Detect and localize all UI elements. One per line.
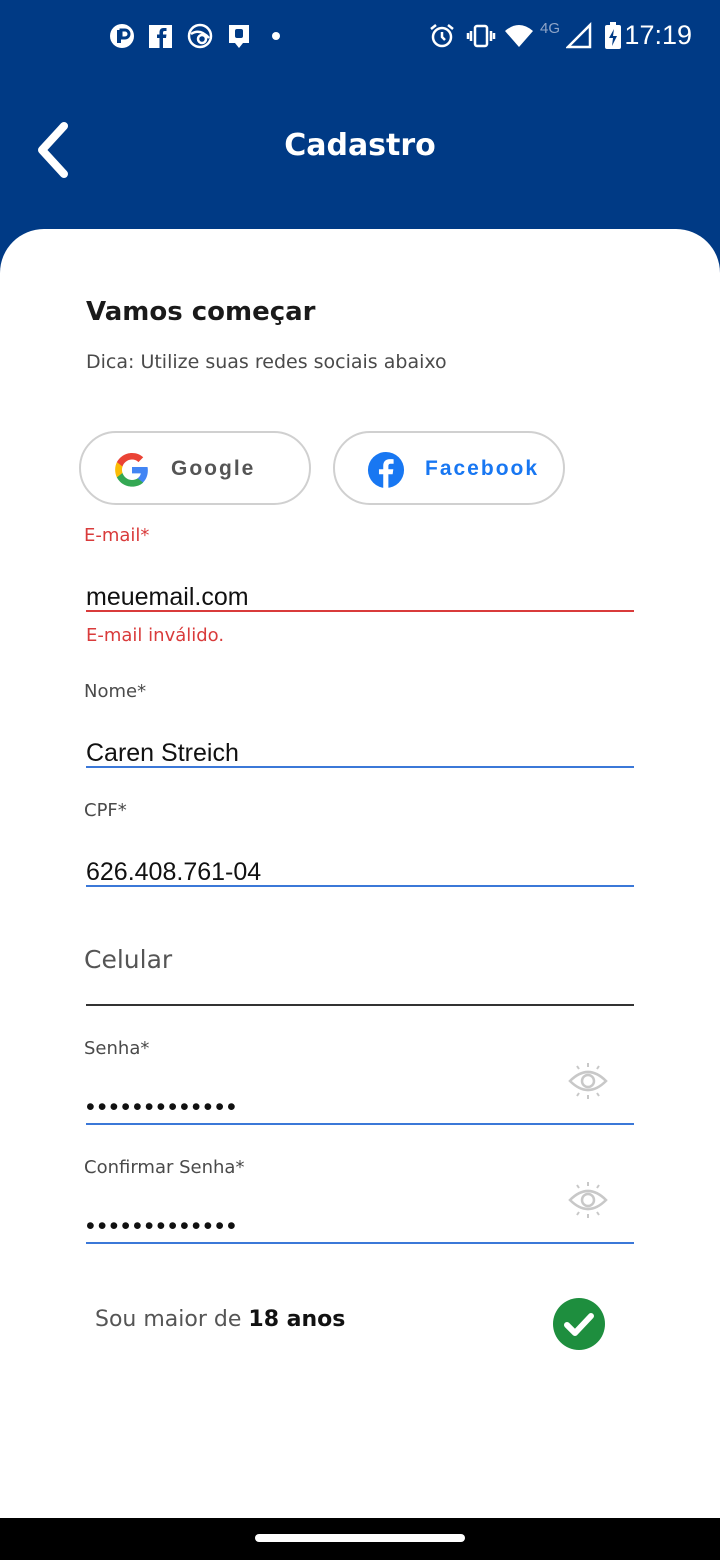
confirm-password-field[interactable]: ••••••••••••• — [86, 1212, 239, 1241]
signup-card: Vamos começar Dica: Utilize suas redes s… — [0, 229, 720, 1518]
alarm-icon — [430, 24, 454, 48]
age-checkbox[interactable] — [553, 1298, 605, 1350]
battery-charging-icon — [605, 22, 621, 49]
name-label: Nome* — [84, 681, 147, 702]
status-bar: 4G 17:19 — [0, 0, 720, 72]
google-login-button[interactable]: Google — [79, 431, 311, 505]
cpf-label: CPF* — [84, 800, 127, 821]
name-underline — [86, 766, 634, 768]
google-icon — [115, 452, 148, 487]
home-handle[interactable] — [255, 1534, 465, 1542]
password-underline — [86, 1123, 634, 1125]
facebook-icon — [149, 25, 172, 48]
age-confirmation-label: Sou maior de 18 anos — [95, 1307, 345, 1332]
app-header: Cadastro — [0, 72, 720, 232]
notification-app-icon — [110, 24, 134, 48]
eye-icon[interactable] — [566, 1061, 610, 1101]
age-emphasis: 18 anos — [248, 1307, 346, 1332]
password-label: Senha* — [84, 1038, 150, 1059]
email-label: E-mail* — [84, 525, 150, 546]
page-title: Cadastro — [284, 128, 436, 163]
system-nav-bar — [0, 1518, 720, 1560]
name-field[interactable]: Caren Streich — [86, 739, 239, 768]
google-label: Google — [171, 457, 256, 480]
facebook-label: Facebook — [425, 457, 540, 480]
cpf-underline — [86, 885, 634, 887]
phone-underline — [86, 1004, 634, 1006]
cpf-field[interactable]: 626.408.761-04 — [86, 858, 261, 887]
alert-icon — [229, 25, 249, 48]
phone-field[interactable]: Celular — [84, 945, 172, 974]
network-type-label: 4G — [540, 20, 561, 37]
intro-heading: Vamos começar — [86, 297, 316, 327]
email-underline — [86, 610, 634, 612]
status-time: 17:19 — [624, 20, 692, 50]
facebook-login-button[interactable]: Facebook — [333, 431, 565, 505]
age-text: Sou maior de — [95, 1307, 249, 1332]
email-error: E-mail inválido. — [86, 625, 225, 646]
vibrate-icon — [466, 24, 496, 48]
confirm-password-underline — [86, 1242, 634, 1244]
dot-icon — [272, 32, 280, 40]
intro-hint: Dica: Utilize suas redes sociais abaixo — [86, 351, 447, 373]
wifi-icon — [505, 25, 533, 47]
facebook-logo-icon — [367, 451, 405, 489]
check-icon — [564, 1313, 594, 1336]
confirm-password-label: Confirmar Senha* — [84, 1157, 245, 1178]
eye-icon[interactable] — [566, 1180, 610, 1220]
signal-icon — [566, 22, 592, 49]
password-field[interactable]: ••••••••••••• — [86, 1093, 239, 1122]
email-field[interactable]: meuemail.com — [86, 583, 249, 612]
browser-icon — [187, 23, 213, 49]
